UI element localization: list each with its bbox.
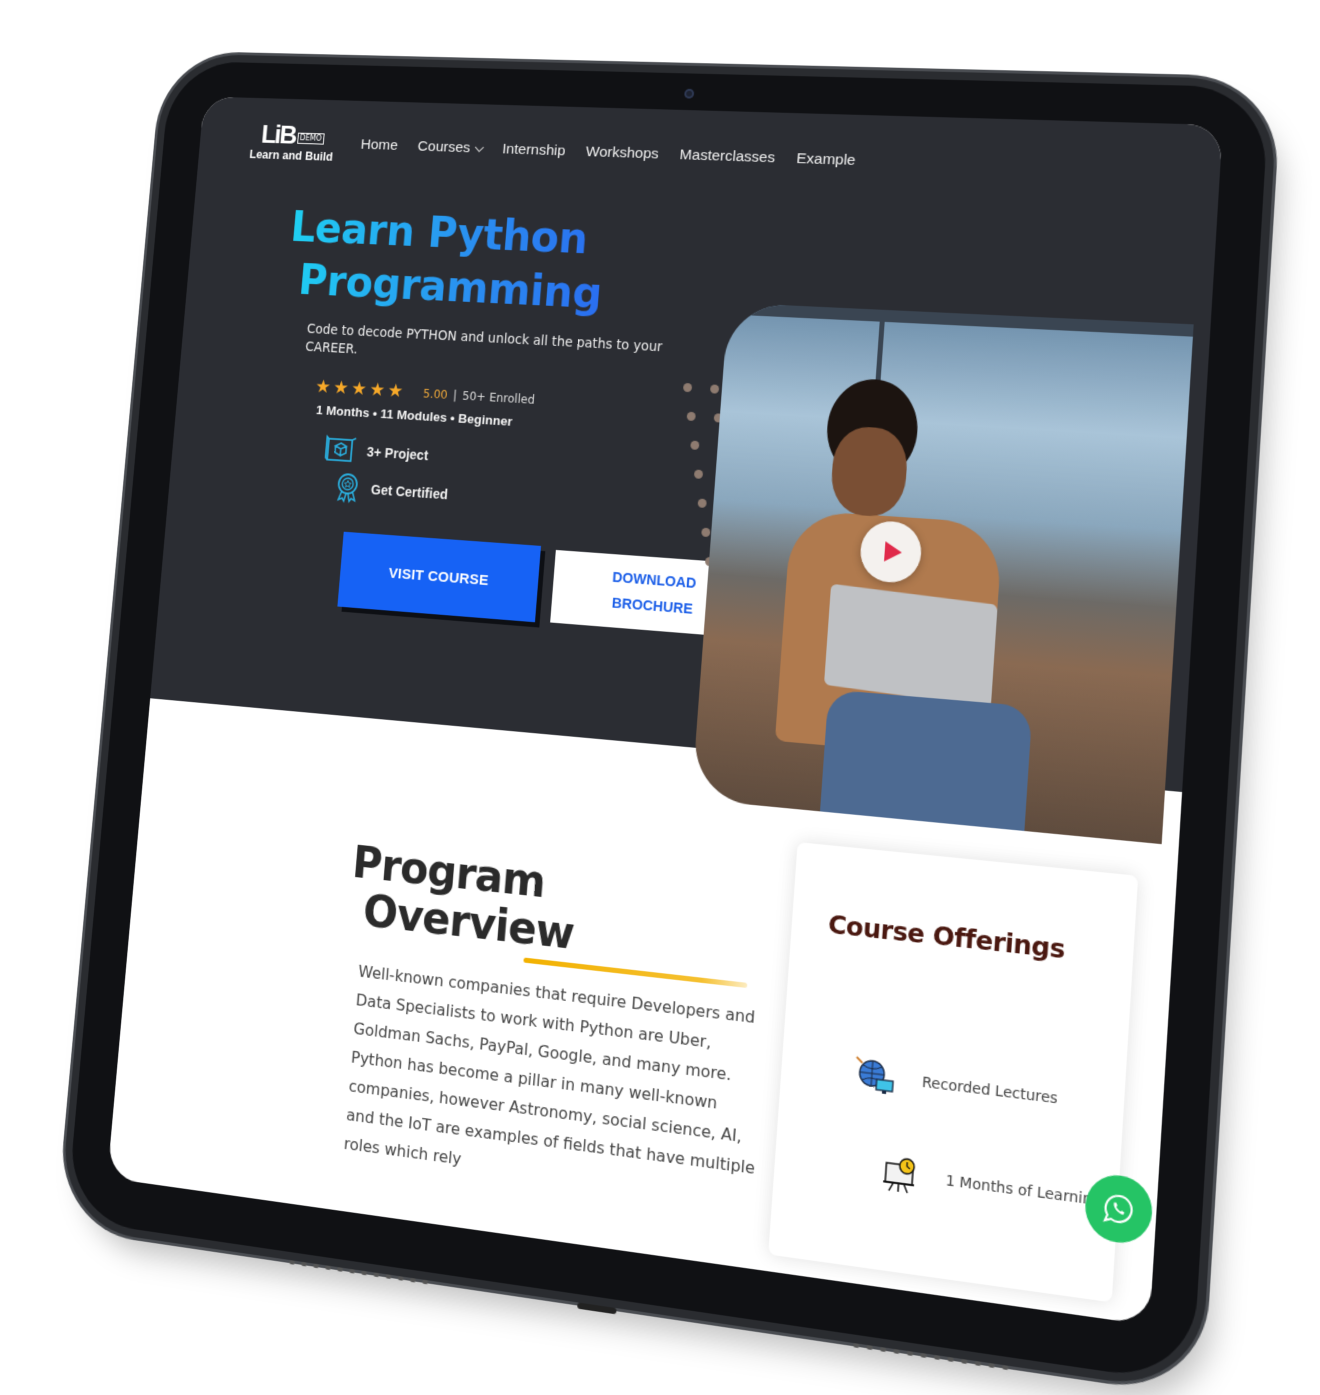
nav-home-label: Home — [360, 136, 399, 154]
blueprint-icon — [324, 435, 357, 466]
globe-monitor-icon — [853, 1056, 896, 1098]
speaker-grill-left — [289, 1260, 429, 1286]
whatsapp-icon — [1101, 1191, 1135, 1227]
decorative-dot — [697, 498, 707, 508]
nav-internship[interactable]: Internship — [502, 141, 566, 160]
course-meta: 1 Months • 11 Modules • Beginner — [315, 402, 513, 429]
tablet-frame: LiB DEMO Learn and Build Home Courses In… — [66, 60, 1270, 1385]
offering-recorded-lectures: Recorded Lectures — [853, 1056, 1059, 1118]
enrolled-count: 50+ Enrolled — [461, 388, 536, 407]
logo-wordmark: LiB — [260, 119, 298, 150]
feature-certified: Get Certified — [334, 472, 450, 510]
stage: LiB DEMO Learn and Build Home Courses In… — [0, 0, 1320, 1385]
play-icon — [884, 541, 903, 563]
course-offerings-title: Course Offerings — [827, 909, 1066, 965]
hero-title: Learn Python Programming — [284, 201, 608, 321]
decorative-dot — [682, 382, 693, 393]
overview-text: Well-known companies that require Develo… — [343, 961, 756, 1179]
hero-subtitle: Code to decode PYTHON and unlock all the… — [304, 321, 663, 358]
nav-internship-label: Internship — [501, 140, 567, 160]
charging-port — [577, 1302, 617, 1315]
window-frame — [727, 302, 1194, 337]
person-legs — [819, 689, 1033, 831]
feature-projects-label: 3+ Project — [366, 443, 429, 464]
feature-projects: 3+ Project — [324, 435, 429, 470]
top-nav: LiB DEMO Learn and Build Home Courses In… — [248, 119, 857, 182]
logo[interactable]: LiB DEMO Learn and Build — [248, 119, 336, 164]
decorative-dot — [693, 469, 704, 479]
speaker-grill-right — [853, 1342, 1009, 1372]
star-icon: ★ — [368, 379, 386, 401]
star-icon: ★ — [386, 380, 405, 402]
hero-image — [691, 302, 1194, 845]
star-icon: ★ — [350, 378, 368, 400]
offering-recorded-lectures-label: Recorded Lectures — [921, 1074, 1059, 1108]
logo-tagline: Learn and Build — [248, 147, 334, 164]
nav-home[interactable]: Home — [360, 136, 399, 154]
feature-certified-label: Get Certified — [370, 481, 449, 503]
logo-mark: LiB DEMO — [260, 119, 325, 150]
hero-section: LiB DEMO Learn and Build Home Courses In… — [150, 96, 1223, 845]
person-face — [829, 425, 910, 519]
nav-masterclasses-label: Masterclasses — [679, 146, 776, 167]
decorative-dot — [709, 384, 720, 394]
nav-example[interactable]: Example — [796, 150, 856, 170]
decorative-dot — [690, 440, 700, 450]
chevron-down-icon — [474, 142, 484, 152]
star-icon: ★ — [332, 377, 350, 399]
certificate-badge-icon — [334, 472, 362, 504]
rating-value: 5.00 — [422, 386, 449, 402]
demo-badge: DEMO — [296, 132, 325, 145]
nav-workshops[interactable]: Workshops — [585, 144, 659, 164]
nav-courses[interactable]: Courses — [417, 138, 484, 157]
star-rating: ★ ★ ★ ★ ★ — [314, 376, 405, 402]
program-overview-title: Program Overview — [347, 837, 580, 959]
nav-workshops-label: Workshops — [585, 143, 660, 163]
rating-separator: | — [452, 388, 458, 402]
nav-example-label: Example — [795, 150, 857, 169]
nav-masterclasses[interactable]: Masterclasses — [679, 147, 776, 168]
screen: LiB DEMO Learn and Build Home Courses In… — [107, 96, 1223, 1326]
offering-duration: 1 Months of Learning — [880, 1154, 1102, 1221]
camera — [684, 88, 695, 99]
nav-courses-label: Courses — [417, 138, 471, 157]
star-icon: ★ — [314, 376, 332, 398]
offering-duration-label: 1 Months of Learning — [945, 1172, 1103, 1210]
decorative-dot — [701, 527, 711, 538]
presentation-clock-icon — [880, 1154, 920, 1197]
visit-course-button[interactable]: VISIT COURSE — [337, 531, 542, 623]
course-offerings-card: Course Offerings Recorded Lectures 1 Mon… — [768, 842, 1139, 1303]
decorative-dot — [686, 411, 696, 422]
